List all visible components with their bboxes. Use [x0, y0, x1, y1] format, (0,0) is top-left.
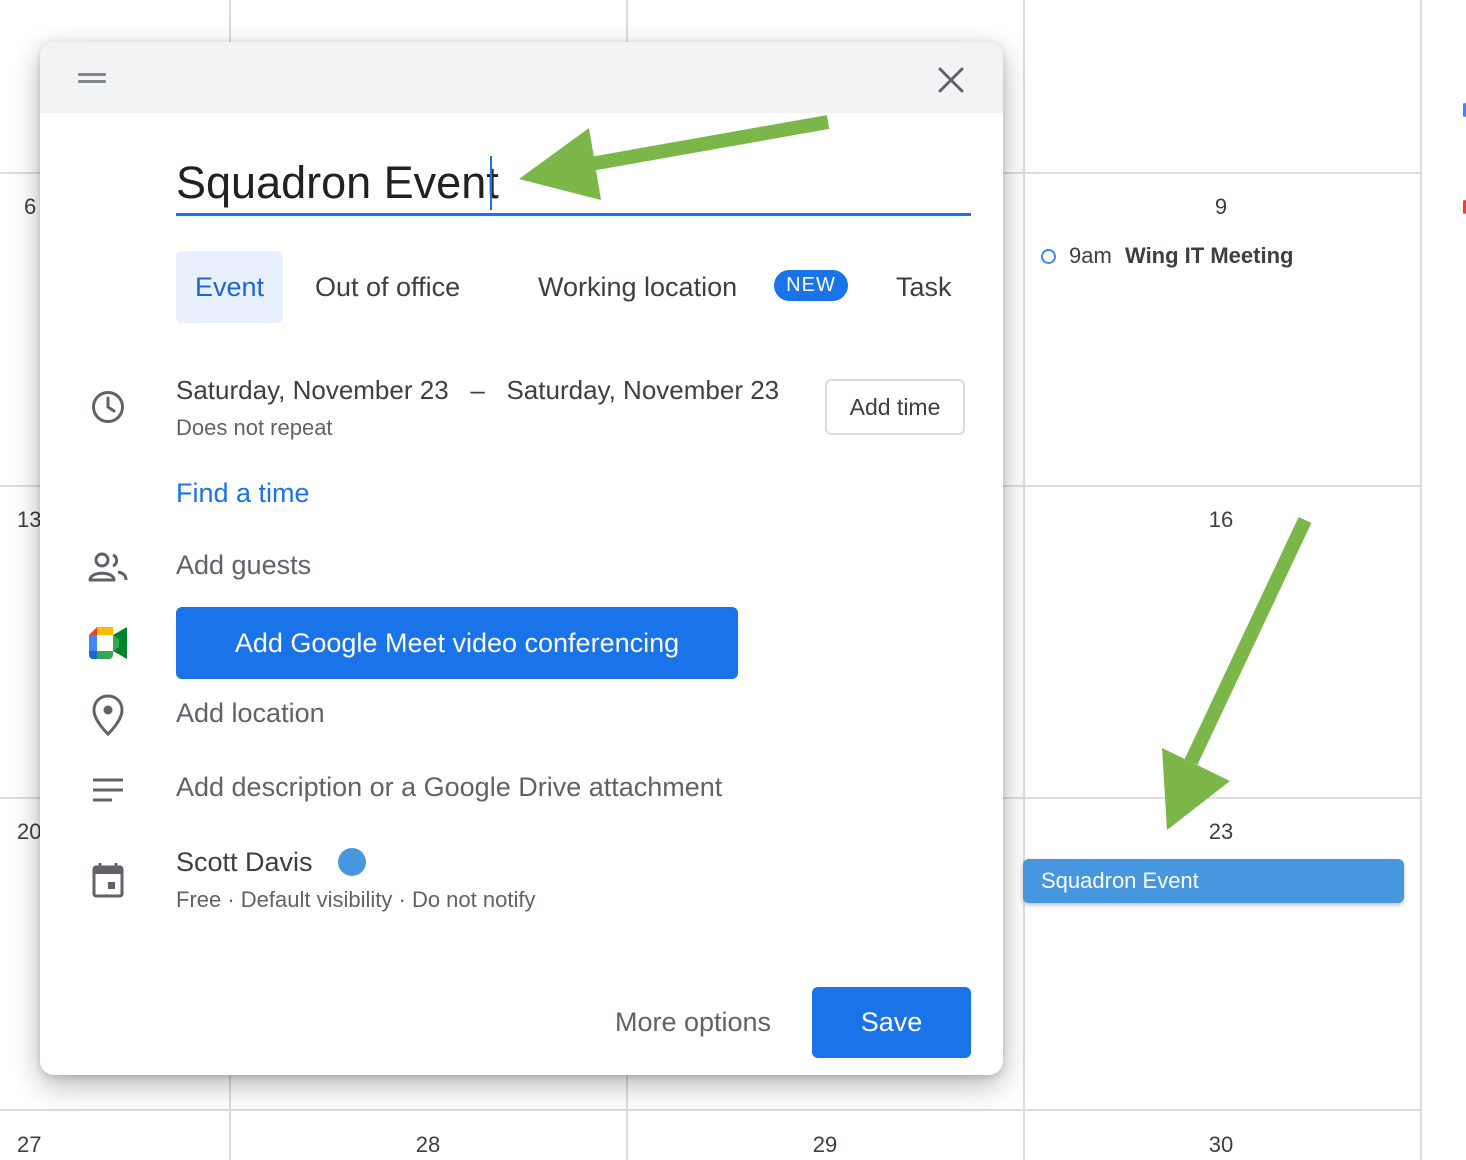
day-number-29[interactable]: 29 — [795, 1132, 855, 1158]
tab-out-of-office[interactable]: Out of office — [315, 251, 460, 323]
event-title-wing-it[interactable]: Wing IT Meeting — [1125, 243, 1293, 269]
dialog-header[interactable] — [40, 42, 1003, 113]
text-caret — [490, 156, 492, 210]
google-meet-icon — [89, 627, 127, 664]
day-number-27[interactable]: 27 — [17, 1132, 57, 1158]
add-time-button[interactable]: Add time — [825, 379, 965, 435]
tab-working-location[interactable]: Working location — [538, 251, 737, 323]
more-options-button[interactable]: More options — [593, 994, 793, 1050]
event-dot-icon — [1041, 249, 1056, 264]
close-icon[interactable] — [933, 62, 969, 98]
description-icon — [92, 778, 124, 807]
day-number-23[interactable]: 23 — [1191, 819, 1251, 845]
day-number-9[interactable]: 9 — [1191, 194, 1251, 220]
add-guests-field[interactable]: Add guests — [176, 550, 311, 581]
grid-column-divider — [1420, 0, 1422, 1160]
new-badge: NEW — [774, 270, 848, 301]
event-chip-squadron[interactable]: Squadron Event — [1023, 859, 1404, 903]
add-description-field[interactable]: Add description or a Google Drive attach… — [176, 772, 722, 803]
date-range[interactable]: Saturday, November 23 – Saturday, Novemb… — [176, 375, 779, 406]
find-a-time-link[interactable]: Find a time — [176, 478, 310, 509]
day-number-16[interactable]: 16 — [1191, 507, 1251, 533]
save-button[interactable]: Save — [812, 987, 971, 1058]
tab-task[interactable]: Task — [896, 251, 952, 323]
tab-event[interactable]: Event — [176, 251, 283, 323]
day-number-28[interactable]: 28 — [398, 1132, 458, 1158]
event-title-input[interactable] — [176, 152, 971, 216]
calendar-color-swatch[interactable] — [338, 848, 366, 876]
drag-handle-icon[interactable] — [78, 73, 106, 83]
calendar-owner[interactable]: Scott Davis — [176, 847, 313, 878]
event-settings-summary[interactable]: Free · Default visibility · Do not notif… — [176, 887, 535, 913]
clock-icon — [90, 389, 126, 430]
event-time[interactable]: 9am — [1069, 243, 1112, 269]
grid-row-divider — [0, 1109, 1420, 1111]
repeat-setting[interactable]: Does not repeat — [176, 415, 333, 441]
location-pin-icon — [92, 694, 124, 741]
add-google-meet-button[interactable]: Add Google Meet video conferencing — [176, 607, 738, 679]
day-number-30[interactable]: 30 — [1191, 1132, 1251, 1158]
calendar-icon — [92, 862, 124, 903]
add-location-field[interactable]: Add location — [176, 698, 325, 729]
grid-column-divider — [1023, 0, 1025, 1160]
people-icon — [88, 551, 128, 588]
event-quick-create-dialog: Event Out of office Working location NEW… — [40, 42, 1003, 1075]
